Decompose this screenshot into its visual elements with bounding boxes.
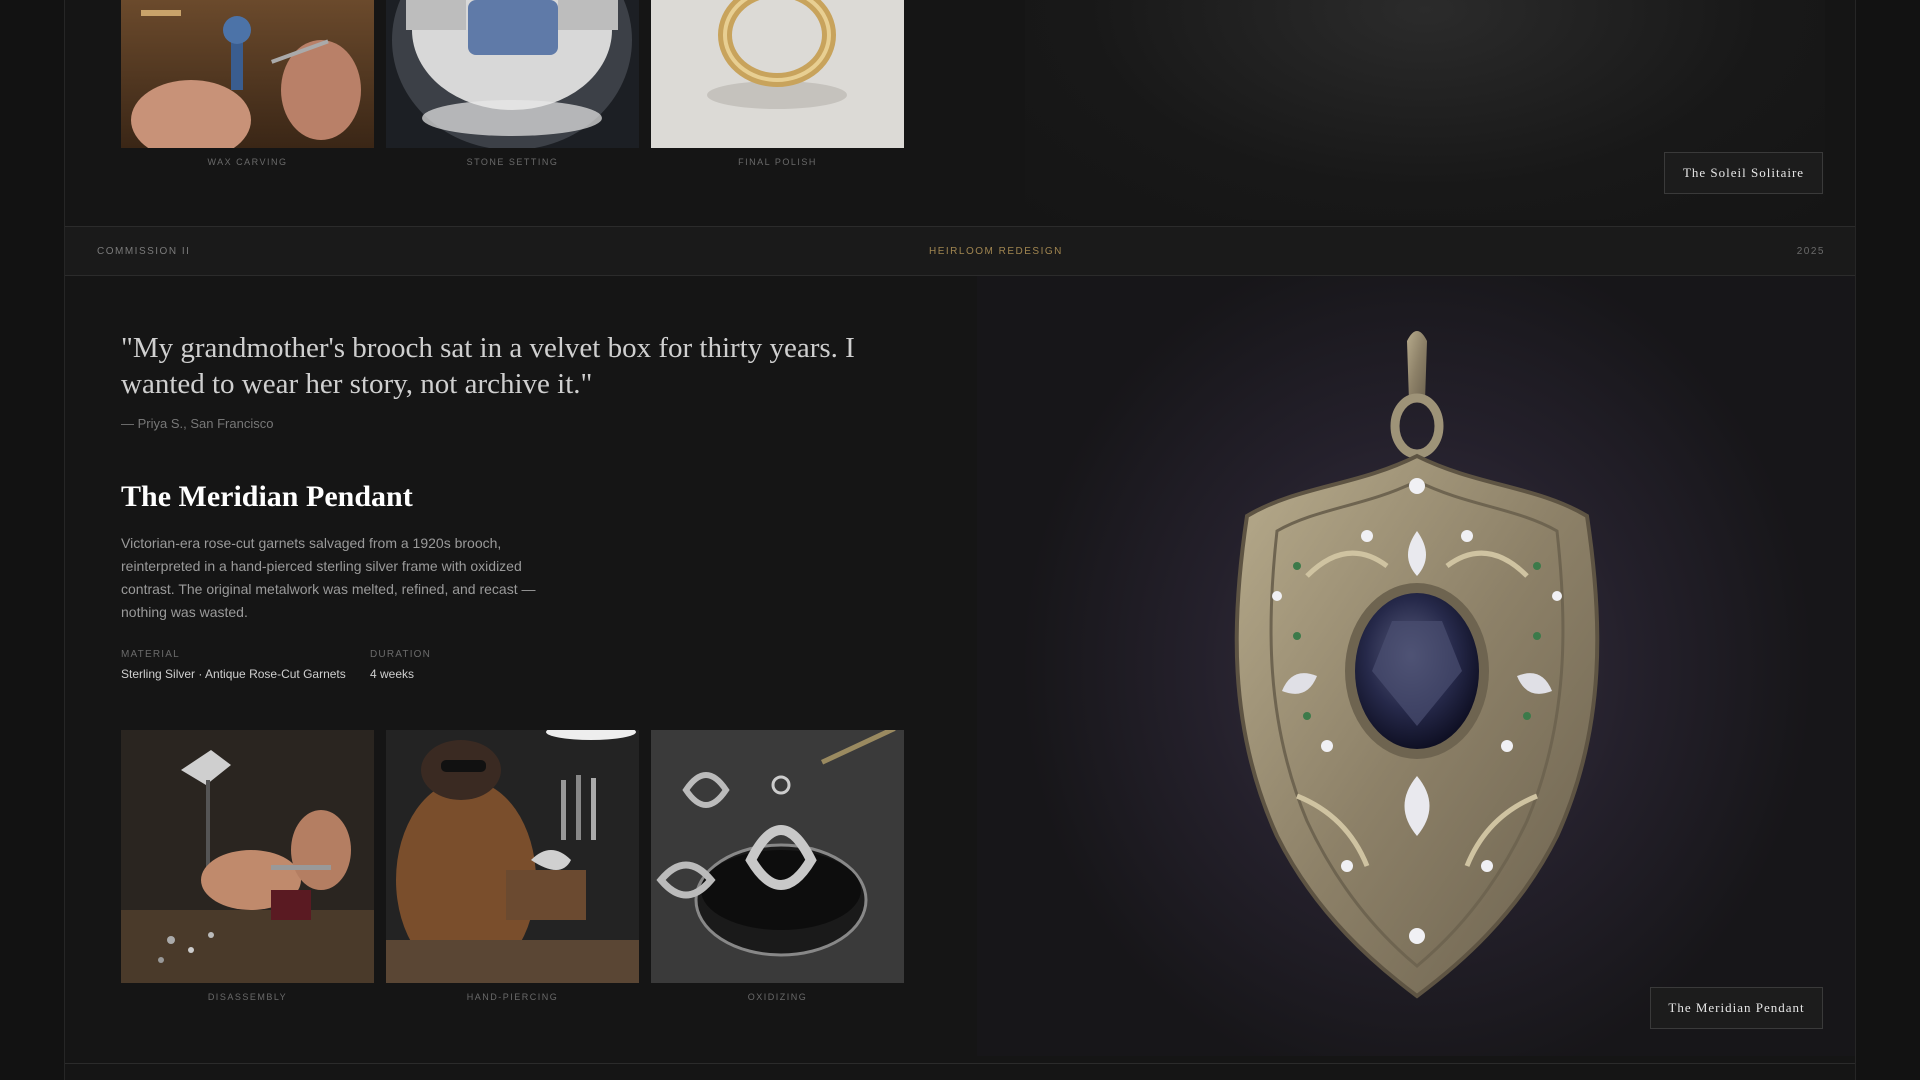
process-caption: OXIDIZING	[747, 992, 808, 1002]
process-caption: STONE SETTING	[466, 157, 559, 167]
commission-year: 2025	[1796, 246, 1825, 257]
commission-category: HEIRLOOM REDESIGN	[929, 246, 1063, 257]
duration-label: DURATION	[370, 649, 432, 660]
piece-title-button[interactable]: The Meridian Pendant	[1650, 987, 1823, 1029]
commission-soleil-section: WAX CARVING STONE SETTING FINAL POLISH T…	[65, 0, 1855, 226]
material-value: Sterling Silver · Antique Rose-Cut Garne…	[121, 667, 346, 681]
process-image-hand-piercing[interactable]	[386, 730, 639, 983]
quote-attribution: — Priya S., San Francisco	[121, 416, 274, 431]
process-image-disassembly[interactable]	[121, 730, 374, 983]
hand-piercing-photo	[386, 730, 639, 983]
process-image-wax-carving[interactable]	[121, 0, 374, 148]
pendant-photo	[1234, 331, 1600, 999]
wax-carving-photo	[121, 0, 374, 148]
client-quote: "My grandmother's brooch sat in a velvet…	[121, 332, 855, 400]
commission-bar: COMMISSION II HEIRLOOM REDESIGN 2025	[65, 226, 1855, 276]
stone-setting-photo	[386, 0, 639, 148]
commission-meridian-section: "My grandmother's brooch sat in a velvet…	[65, 276, 1855, 1080]
process-caption: HAND-PIERCING	[466, 992, 559, 1002]
process-caption: DISASSEMBLY	[207, 992, 288, 1002]
process-caption: FINAL POLISH	[738, 157, 817, 167]
commission-number: COMMISSION II	[97, 246, 191, 257]
process-image-final-polish[interactable]	[651, 0, 904, 148]
process-image-oxidizing[interactable]	[651, 730, 904, 983]
material-label: MATERIAL	[121, 649, 180, 660]
page-frame: WAX CARVING STONE SETTING FINAL POLISH T…	[64, 0, 1856, 1080]
piece-title-button[interactable]: The Soleil Solitaire	[1664, 152, 1823, 194]
duration-value: 4 weeks	[370, 667, 415, 681]
piece-title: The Meridian Pendant	[121, 480, 413, 513]
hero-image-meridian-pendant[interactable]	[977, 276, 1855, 1056]
disassembly-photo	[121, 730, 374, 983]
section-divider	[65, 1063, 1855, 1064]
process-image-stone-setting[interactable]	[386, 0, 639, 148]
process-caption: WAX CARVING	[207, 157, 288, 167]
piece-description: Victorian-era rose-cut garnets salvaged …	[121, 535, 536, 620]
final-polish-photo	[651, 0, 904, 148]
oxidizing-photo	[651, 730, 904, 983]
